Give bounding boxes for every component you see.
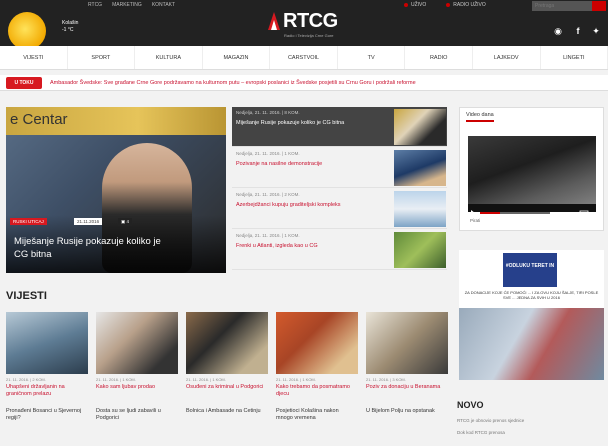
ticker-badge: U TOKU (6, 77, 42, 89)
ad-logo: #ODLUKU TERET IN (503, 253, 557, 287)
story-item[interactable]: Nedjelja, 21. 11. 2016. | 1 KOM. Pozivan… (232, 148, 447, 188)
story-meta: Nedjelja, 21. 11. 2016. | 1 KOM. (236, 233, 300, 238)
main-story-tag[interactable]: RUSKI UTICAJ (10, 218, 47, 225)
news-subtitle[interactable]: U Bijelom Polju na opstanak (366, 408, 446, 415)
news-card[interactable]: 21. 11. 2016. | 1 KOM. Osuđeni za krimin… (186, 312, 268, 446)
ticker-text[interactable]: Ambasador Švedske: Sve građane Crne Gore… (50, 75, 600, 91)
story-title[interactable]: Azerbejdžanci kupuju graditeljski komple… (236, 202, 388, 209)
nav-item-carstvoil[interactable]: CARSTVOIL (270, 46, 338, 69)
logo-mark-icon (268, 12, 280, 30)
news-meta: 21. 11. 2016. | 1 KOM. (276, 377, 316, 382)
top-link-marketing[interactable]: MARKETING (112, 2, 142, 8)
story-title[interactable]: Pozivanje na nasilne demonstracije (236, 161, 388, 168)
story-item[interactable]: Nedjelja, 21. 11. 2016. | 2 KOM. Azerbej… (232, 189, 447, 229)
live-links: UŽIVO RADIO UŽIVO (404, 2, 486, 8)
story-item[interactable]: Nedjelja, 21. 11. 2016. | 1 KOM. Frenki … (232, 230, 447, 270)
top-links: RTCG MARKETING KONTAKT (88, 2, 175, 8)
video-of-the-day: Video dana Pirati (459, 107, 604, 231)
weather-widget[interactable]: Kolašin -1 °C (62, 20, 78, 34)
search-button[interactable] (592, 1, 606, 11)
news-image[interactable] (6, 312, 88, 374)
section-title-novo[interactable]: NOVO (457, 400, 484, 410)
facebook-icon[interactable]: f (572, 26, 584, 36)
news-title[interactable]: Uhapšeni državljanin na graničnom prelaz… (6, 384, 86, 398)
main-story[interactable]: e Centar RUSKI UTICAJ 21.11.2016 ▣ 4 Mij… (6, 107, 226, 273)
weather-temp: -1 °C (62, 27, 74, 33)
news-subtitle[interactable]: Posjetioci Kolašina nakon mnogo vremena (276, 408, 356, 422)
video-caption[interactable]: Pirati (470, 218, 480, 223)
news-title[interactable]: Kako trebamo da posmatramo djecu (276, 384, 356, 398)
news-card[interactable]: 21. 11. 2016. | 1 KOM. Kako sam ljubav p… (96, 312, 178, 446)
video-player[interactable] (468, 136, 596, 212)
logo-name: RTCG (283, 10, 338, 32)
story-meta: Nedjelja, 21. 11. 2016. | 8 KOM. (236, 110, 300, 115)
live-dot-icon (404, 2, 408, 7)
twitter-icon[interactable]: ✦ (590, 26, 602, 37)
news-subtitle[interactable]: Dosta su se ljudi zabavili u Podgorici (96, 408, 176, 422)
nav-item-tv[interactable]: TV (338, 46, 406, 69)
main-story-date: 21.11.2016 (74, 218, 103, 225)
nav-item-vijesti[interactable]: VIJESTI (0, 46, 68, 69)
rtcg-homepage: RTCG MARKETING KONTAKT Kolašin -1 °C RTC… (0, 0, 608, 446)
news-image[interactable] (366, 312, 448, 374)
story-title[interactable]: Frenki u Atlanti, izgleda kao u CG (236, 243, 388, 250)
nav-item-radio[interactable]: RADIO (405, 46, 473, 69)
weather-sun-icon (8, 12, 46, 50)
video-tab[interactable]: Video dana (466, 112, 494, 122)
story-thumbnail[interactable] (394, 232, 446, 268)
news-card[interactable]: 21. 11. 2016. | 2 KOM. Uhapšeni državlja… (6, 312, 88, 446)
news-image[interactable] (96, 312, 178, 374)
story-meta: Nedjelja, 21. 11. 2016. | 2 KOM. (236, 192, 300, 197)
main-nav: VIJESTI SPORT KULTURA MAGAZIN CARSTVOIL … (0, 46, 608, 70)
weather-city: Kolašin (62, 20, 79, 26)
main-story-title[interactable]: Miješanje Rusije pokazuje koliko je CG b… (14, 235, 174, 261)
news-image[interactable] (276, 312, 358, 374)
story-item[interactable]: Nedjelja, 21. 11. 2016. | 8 KOM. Miješan… (232, 107, 447, 147)
news-ticker: U TOKU Ambasador Švedske: Sve građane Cr… (0, 75, 608, 91)
novo-item[interactable]: RTCG je obnovio prenos sjednice (457, 418, 524, 423)
main-story-comments[interactable]: ▣ 4 (118, 218, 133, 226)
nav-item-magazin[interactable]: MAGAZIN (203, 46, 271, 69)
ad-text: ZA DONACIJE KOJE ĆE POMOĆI ... I ZA OVU … (464, 290, 599, 300)
story-title[interactable]: Miješanje Rusije pokazuje koliko je CG b… (236, 120, 388, 127)
top-header: RTCG MARKETING KONTAKT Kolašin -1 °C RTC… (0, 0, 608, 50)
news-subtitle[interactable]: Bolnica i Ambasade na Cetinju (186, 408, 266, 415)
news-title[interactable]: Kako sam ljubav prodao (96, 384, 176, 391)
video-controls-icons (471, 210, 589, 216)
search-input[interactable] (532, 1, 592, 11)
live-tv-link[interactable]: UŽIVO (404, 2, 426, 8)
live-dot-icon (446, 2, 451, 7)
nav-item-lajkeov[interactable]: LAJKEOV (473, 46, 541, 69)
live-radio-link[interactable]: RADIO UŽIVO (446, 2, 486, 8)
news-meta: 21. 11. 2016. | 2 KOM. (6, 377, 46, 382)
news-meta: 21. 11. 2016. | 1 KOM. (186, 377, 226, 382)
news-meta: 21. 11. 2016. | 3 KOM. (366, 377, 406, 382)
nav-item-sport[interactable]: SPORT (68, 46, 136, 69)
main-photo-background-sign: e Centar (6, 107, 226, 135)
section-title-vijesti[interactable]: VIJESTI (6, 290, 47, 302)
main-photo-sign-text: e Centar (10, 111, 68, 128)
news-title[interactable]: Osuđeni za kriminal u Podgorici (186, 384, 266, 391)
news-card[interactable]: 21. 11. 2016. | 3 KOM. Poziv za donaciju… (366, 312, 448, 446)
rtcg-logo[interactable]: RTCG Radio i Televizija Crne Gore (266, 8, 350, 42)
story-thumbnail[interactable] (394, 109, 446, 145)
logo-tagline: Radio i Televizija Crne Gore (284, 33, 334, 38)
news-image[interactable] (186, 312, 268, 374)
story-thumbnail[interactable] (394, 150, 446, 186)
video-controls[interactable] (468, 204, 596, 216)
nav-item-kultura[interactable]: KULTURA (135, 46, 203, 69)
nav-item-lingeti[interactable]: LINGETI (541, 46, 608, 69)
news-meta: 21. 11. 2016. | 1 KOM. (96, 377, 136, 382)
top-link-rtcg[interactable]: RTCG (88, 2, 102, 8)
advertisement[interactable]: #ODLUKU TERET IN ZA DONACIJE KOJE ĆE POM… (459, 250, 604, 308)
novo-item[interactable]: Dok kod RTCG prenosa (457, 430, 505, 435)
news-title[interactable]: Poziv za donaciju u Beranama (366, 384, 446, 391)
news-card[interactable]: 21. 11. 2016. | 1 KOM. Kako trebamo da p… (276, 312, 358, 446)
rss-icon[interactable]: ◉ (552, 26, 564, 37)
news-subtitle[interactable]: Pronađeni Bosanci u Sjevernoj regiji? (6, 408, 86, 422)
top-link-kontakt[interactable]: KONTAKT (152, 2, 175, 8)
story-thumbnail[interactable] (394, 191, 446, 227)
story-meta: Nedjelja, 21. 11. 2016. | 1 KOM. (236, 151, 300, 156)
ad-photo[interactable] (459, 308, 604, 380)
